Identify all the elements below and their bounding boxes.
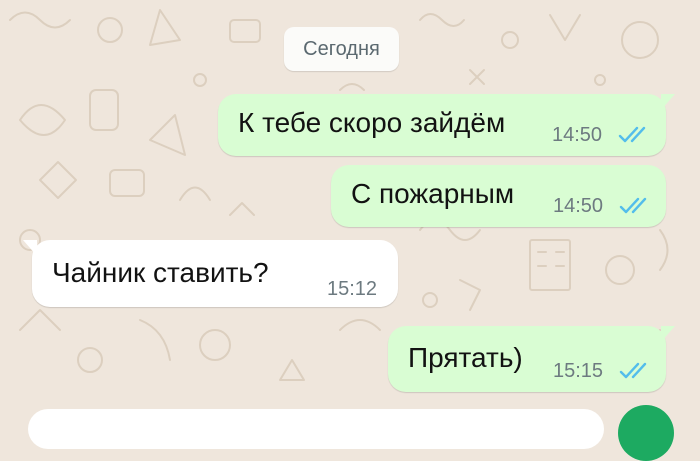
message-time: 14:50 <box>552 124 603 146</box>
message-text: К тебе скоро зайдём <box>238 107 506 138</box>
message-time: 14:50 <box>553 195 604 217</box>
double-check-icon <box>618 126 646 143</box>
incoming-message[interactable]: Чайник ставить? 15:12 <box>23 240 398 307</box>
send-button[interactable] <box>618 405 674 461</box>
message-time: 15:15 <box>553 360 604 382</box>
double-check-icon <box>619 362 647 379</box>
outgoing-message[interactable]: К тебе скоро зайдём 14:50 <box>218 94 675 156</box>
message-input[interactable] <box>28 409 604 449</box>
date-divider: Сегодня <box>284 27 399 71</box>
message-time: 15:12 <box>327 278 378 300</box>
double-check-icon <box>619 197 647 214</box>
message-text: Прятать) <box>408 342 523 373</box>
bubble-tail <box>23 240 37 256</box>
message-text: Чайник ставить? <box>52 257 269 288</box>
message-text: С пожарным <box>351 178 515 209</box>
bubble-tail <box>661 326 675 342</box>
bubble-tail <box>661 94 675 110</box>
outgoing-message[interactable]: Прятать) 15:15 <box>388 326 675 392</box>
outgoing-message[interactable]: С пожарным 14:50 <box>331 165 666 227</box>
